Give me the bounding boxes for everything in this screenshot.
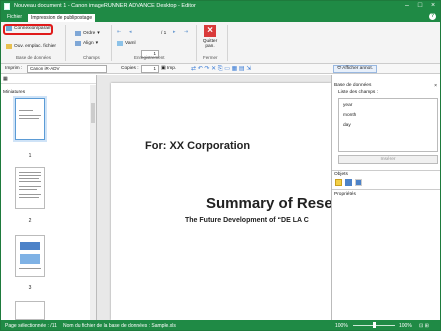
- chevron-down-icon: ▾: [95, 41, 99, 46]
- thumbnails-title: Miniatures: [3, 90, 26, 95]
- close-preview-icon[interactable]: ×: [204, 25, 216, 37]
- thumbnail-number: 3: [28, 285, 32, 291]
- last-record-button[interactable]: ⇥: [184, 30, 188, 35]
- database-title: Base de données: [334, 83, 372, 88]
- copies-label: Copies :: [121, 66, 139, 71]
- document-page: For: XX Corporation Summary of Rese The …: [111, 83, 331, 320]
- align-icon: [75, 41, 81, 46]
- order-label: Ordre: [83, 31, 96, 36]
- order-button[interactable]: Ordre ▾: [75, 31, 100, 36]
- divider: [65, 25, 66, 61]
- title-bar: Nouveau document 1 - Canon imageRUNNER A…: [1, 1, 440, 12]
- fit-page-icon[interactable]: ⊡ ⊞: [419, 323, 429, 329]
- page-nav-icons[interactable]: ⇄ ↶ ↷ ✕ ⎘ ▭ ▦ ▤ ⇲: [191, 65, 251, 73]
- ribbon: Connexion/param. Ouv. emplac. fichier Ba…: [1, 22, 440, 64]
- close-pane-icon[interactable]: ×: [434, 83, 437, 89]
- thumbnails-pane: ▦ Miniatures 1 2 3: [1, 75, 97, 320]
- view-button[interactable]: Vaml: [117, 41, 136, 46]
- subtitle-text: The Future Development of “DE LA C: [185, 217, 309, 224]
- field-item[interactable]: day: [343, 123, 351, 128]
- order-icon: [75, 31, 81, 36]
- scrollbar-thumb[interactable]: [91, 103, 95, 123]
- ribbon-tab-row: Fichier Impression de publipostage ?: [1, 12, 440, 22]
- print-button-label: Imp.: [166, 66, 177, 71]
- zoom-level-right: 100%: [399, 323, 412, 329]
- group-label-database: Base de données: [16, 55, 52, 60]
- thumbnail-page-3[interactable]: [15, 235, 45, 277]
- close-preview-label[interactable]: Quitter pan.: [199, 39, 221, 49]
- window-title: Nouveau document 1 - Canon imageRUNNER A…: [14, 3, 196, 9]
- open-file-location-button[interactable]: Ouv. emplac. fichier: [6, 44, 56, 49]
- open-file-location-label: Ouv. emplac. fichier: [14, 44, 57, 49]
- divider: [332, 189, 440, 190]
- tab-impression-publipostage[interactable]: Impression de publipostage: [27, 13, 97, 22]
- record-total: / 1: [161, 31, 167, 36]
- thumbnail-number: 2: [28, 218, 32, 224]
- print-toolbar: Imprim : Canon iR-ADV Copies : 1 ▣ Imp. …: [1, 64, 440, 74]
- printer-icon: ▣: [161, 66, 166, 71]
- thumbnail-page-2[interactable]: [15, 167, 45, 209]
- document-canvas: For: XX Corporation Summary of Rese The …: [97, 75, 331, 320]
- thumbnail-number: 1: [28, 153, 32, 159]
- next-record-button[interactable]: ▸: [173, 30, 175, 35]
- close-icon[interactable]: ×: [427, 1, 439, 11]
- objects-label: Objets: [334, 172, 348, 177]
- divider: [196, 25, 197, 61]
- tab-fichier[interactable]: Fichier: [4, 13, 25, 22]
- properties-label: Propriétés: [334, 192, 356, 197]
- prev-record-button[interactable]: ◂: [129, 30, 131, 35]
- thumbnail-page-4[interactable]: [15, 301, 45, 320]
- divider: [111, 25, 112, 61]
- app-icon: [4, 3, 10, 10]
- thumbnails-scrollbar[interactable]: [90, 85, 96, 320]
- shape-object-icon[interactable]: [355, 179, 362, 186]
- maximize-icon[interactable]: □: [414, 1, 426, 11]
- divider: [332, 170, 440, 171]
- summary-heading: Summary of Rese: [206, 195, 331, 212]
- page-selected-status: Page sélectionnée : /11: [5, 323, 57, 329]
- highlight-frame: [3, 24, 53, 35]
- zoom-slider-handle[interactable]: [373, 322, 376, 328]
- view-icon: [117, 41, 123, 46]
- database-file-status: Nom du fichier de la base de données : S…: [63, 323, 176, 329]
- fields-list-label: Liste des champs :: [338, 90, 378, 95]
- group-label-close: Fermer: [203, 55, 218, 60]
- thumbnail-view-icon[interactable]: ▦: [3, 77, 8, 82]
- minimize-icon[interactable]: –: [401, 1, 413, 11]
- folder-icon: [6, 44, 12, 49]
- zoom-level: 100%: [335, 323, 348, 329]
- for-heading: For: XX Corporation: [145, 140, 251, 152]
- editor-window: Nouveau document 1 - Canon imageRUNNER A…: [0, 0, 441, 331]
- printer-select[interactable]: Canon iR-ADV: [27, 65, 107, 73]
- thumbnail-page-1[interactable]: [15, 98, 45, 140]
- first-record-button[interactable]: ⇤: [117, 30, 121, 35]
- chevron-down-icon: ▾: [97, 31, 100, 36]
- text-object-icon[interactable]: [335, 179, 342, 186]
- view-label: Vaml: [125, 41, 136, 46]
- image-object-icon[interactable]: [345, 179, 352, 186]
- copies-field[interactable]: 1: [141, 65, 159, 73]
- fields-list[interactable]: year month day: [338, 98, 438, 152]
- thumbnail-toolbar: ▦: [1, 75, 96, 84]
- align-button[interactable]: Align ▾: [75, 41, 98, 46]
- align-label: Align: [83, 41, 94, 46]
- printer-label: Imprim :: [5, 66, 23, 71]
- field-item[interactable]: year: [343, 103, 352, 108]
- field-item[interactable]: month: [343, 113, 356, 118]
- divider: [227, 25, 228, 61]
- help-icon[interactable]: ?: [429, 13, 436, 20]
- show-annotation-label: Afficher annot.: [342, 66, 374, 71]
- group-label-fields: Champs: [83, 55, 100, 60]
- print-button[interactable]: ▣ Imp.: [161, 66, 176, 71]
- status-bar: Page sélectionnée : /11 Nom du fichier d…: [1, 320, 440, 330]
- show-annotation-button[interactable]: ⬭ Afficher annot.: [333, 65, 378, 73]
- properties-pane: Base de données × Liste des champs : yea…: [331, 75, 440, 320]
- group-label-records: Enregistrement: [134, 55, 165, 60]
- insert-button[interactable]: Insérer: [338, 155, 438, 164]
